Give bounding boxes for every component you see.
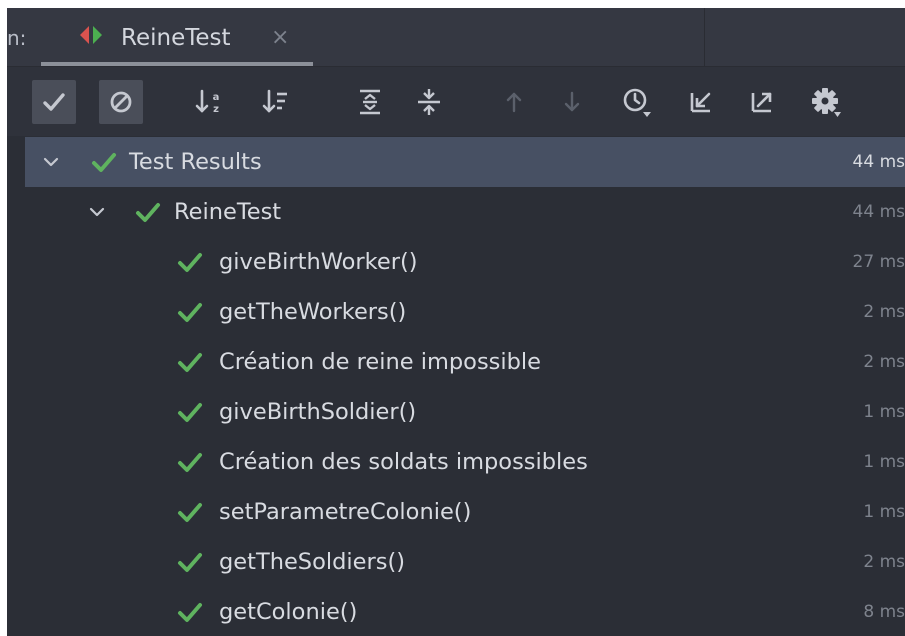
duration-label: 1 ms: [863, 452, 905, 472]
tab-bar-divider: [704, 8, 705, 66]
duration-label: 44 ms: [852, 152, 905, 172]
test-name-label: Création des soldats impossibles: [219, 449, 588, 475]
sort-alpha-icon: a z: [195, 89, 220, 115]
close-icon[interactable]: ×: [271, 18, 289, 58]
passed-check-icon: [178, 303, 202, 322]
tree-root-test-results[interactable]: Test Results 44 ms: [25, 137, 905, 187]
passed-check-icon: [178, 453, 202, 472]
test-results-tree: Test Results 44 ms ReineTest 44 ms giveB…: [7, 137, 905, 636]
tab-reinetest[interactable]: ReineTest ×: [41, 8, 313, 66]
test-name-label: giveBirthSoldier(): [219, 399, 417, 425]
previous-failed-button[interactable]: [492, 80, 536, 124]
collapse-all-icon: [418, 89, 440, 115]
chevron-down-icon[interactable]: [85, 200, 109, 224]
export-icon: [751, 92, 772, 113]
arrow-down-icon: [564, 91, 580, 112]
import-tests-button[interactable]: [679, 80, 723, 124]
duration-label: 1 ms: [863, 402, 905, 422]
test-history-button[interactable]: [615, 80, 659, 124]
test-name-label: giveBirthWorker(): [219, 249, 418, 275]
passed-check-icon: [178, 403, 202, 422]
tree-node-test[interactable]: Création de reine impossible 2 ms: [7, 337, 905, 387]
tree-node-label: Test Results: [129, 149, 262, 175]
run-config-icon: [80, 26, 102, 44]
svg-text:a: a: [213, 92, 220, 103]
passed-check-icon: [178, 603, 202, 622]
tree-node-test[interactable]: Création des soldats impossibles 1 ms: [7, 437, 905, 487]
tree-node-test[interactable]: getTheSoldiers() 2 ms: [7, 537, 905, 587]
duration-label: 44 ms: [852, 202, 905, 222]
tree-node-suite[interactable]: ReineTest 44 ms: [7, 187, 905, 237]
passed-check-icon: [136, 203, 160, 222]
settings-button[interactable]: [804, 80, 848, 124]
history-clock-icon: [623, 88, 651, 117]
export-tests-button[interactable]: [740, 80, 784, 124]
check-icon: [43, 93, 65, 111]
expand-all-icon: [360, 89, 380, 115]
svg-text:z: z: [213, 104, 219, 115]
duration-label: 1 ms: [863, 502, 905, 522]
ignored-icon: [110, 91, 132, 113]
tree-node-label: ReineTest: [174, 199, 282, 225]
duration-label: 2 ms: [863, 352, 905, 372]
run-tool-window-label: n:: [7, 26, 27, 50]
sort-by-duration-button[interactable]: [254, 80, 298, 124]
tree-node-test[interactable]: setParametreColonie() 1 ms: [7, 487, 905, 537]
tree-node-test[interactable]: getTheWorkers() 2 ms: [7, 287, 905, 337]
next-failed-button[interactable]: [550, 80, 594, 124]
test-runner-panel: n: ReineTest × a z Test Results 44 ms Re…: [7, 8, 905, 636]
passed-check-icon: [178, 253, 202, 272]
show-passed-button[interactable]: [32, 80, 76, 124]
show-ignored-button[interactable]: [99, 80, 143, 124]
passed-check-icon: [178, 553, 202, 572]
import-icon: [690, 92, 711, 113]
test-runner-toolbar: a z: [7, 67, 905, 136]
passed-check-icon: [178, 353, 202, 372]
test-name-label: getTheSoldiers(): [219, 549, 405, 575]
duration-label: 2 ms: [863, 552, 905, 572]
expand-all-button[interactable]: [348, 80, 392, 124]
tree-node-test[interactable]: giveBirthWorker() 27 ms: [7, 237, 905, 287]
test-name-label: getColonie(): [219, 599, 358, 625]
arrow-up-icon: [506, 92, 522, 113]
tree-node-test[interactable]: getColonie() 8 ms: [7, 587, 905, 636]
passed-check-icon: [92, 153, 116, 172]
collapse-all-button[interactable]: [407, 80, 451, 124]
active-tab-indicator: [41, 62, 313, 66]
gear-icon: [812, 88, 841, 117]
sort-alphabetically-button[interactable]: a z: [187, 80, 231, 124]
tree-node-test[interactable]: giveBirthSoldier() 1 ms: [7, 387, 905, 437]
test-name-label: getTheWorkers(): [219, 299, 407, 325]
test-name-label: Création de reine impossible: [219, 349, 542, 375]
duration-label: 8 ms: [863, 602, 905, 622]
sort-duration-icon: [262, 89, 287, 113]
duration-label: 2 ms: [863, 302, 905, 322]
run-tab-bar: n: ReineTest ×: [7, 8, 905, 67]
duration-label: 27 ms: [852, 252, 905, 272]
test-name-label: setParametreColonie(): [219, 499, 472, 525]
tab-title: ReineTest: [121, 25, 231, 51]
passed-check-icon: [178, 503, 202, 522]
chevron-down-icon[interactable]: [39, 150, 63, 174]
